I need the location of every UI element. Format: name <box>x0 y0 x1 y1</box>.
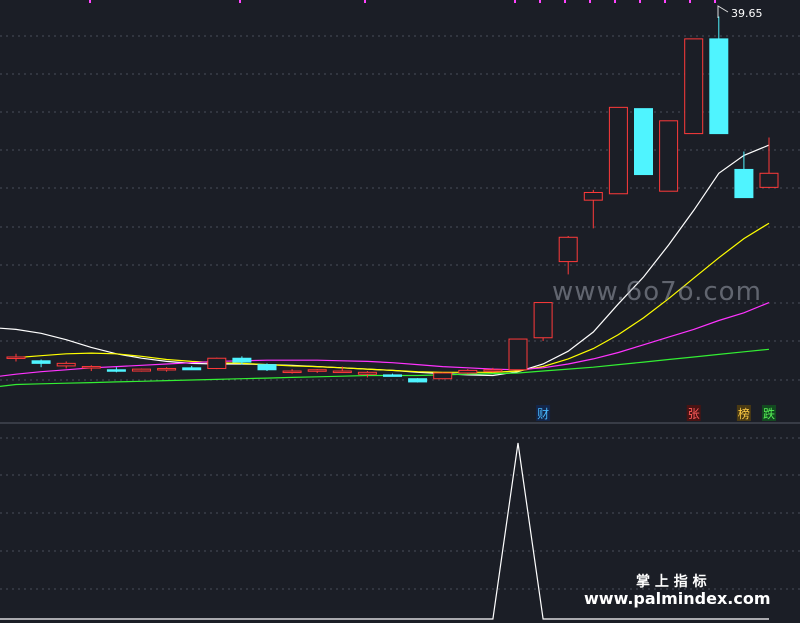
candle-body <box>157 367 177 371</box>
candle-body <box>307 369 327 372</box>
high-price-label: 39.65 <box>731 7 763 20</box>
candle <box>709 16 729 135</box>
top-dot <box>614 0 616 3</box>
candle-body <box>433 372 453 380</box>
candle-body <box>659 120 679 192</box>
candle <box>659 120 679 192</box>
candle <box>684 38 704 135</box>
candle-body <box>332 370 352 374</box>
signal-labels: 财 张 榜跌 <box>536 405 776 421</box>
candle <box>433 372 453 380</box>
signal-text: 榜 <box>738 406 750 421</box>
watermark-url: www.palmindex.com <box>584 589 771 608</box>
top-dot <box>714 0 716 3</box>
candle <box>257 363 277 372</box>
high-pointer-icon <box>717 5 729 18</box>
candle-body <box>232 357 252 363</box>
grid-lines <box>0 35 800 590</box>
candle-body <box>132 368 151 372</box>
candle-body <box>282 370 302 374</box>
top-dot <box>589 0 591 3</box>
ma-line-4 <box>0 348 770 387</box>
signal-label: 榜 <box>736 405 751 421</box>
candle-body <box>734 168 754 199</box>
top-dot <box>89 0 91 3</box>
signal-label: 张 <box>686 405 701 421</box>
candle <box>157 367 177 372</box>
signal-label: 财 <box>536 405 551 421</box>
candle-body <box>56 362 76 367</box>
top-dot <box>689 0 691 3</box>
candle <box>31 359 51 368</box>
candle-body <box>583 191 603 201</box>
candle-body <box>684 38 704 135</box>
candle <box>533 302 553 341</box>
candle-body <box>357 371 377 375</box>
candle-body <box>483 369 503 372</box>
top-dot <box>639 0 641 3</box>
candle <box>207 357 227 370</box>
candle-body <box>106 369 126 372</box>
candle-body <box>31 360 51 364</box>
candle-body <box>634 108 653 176</box>
candle <box>608 106 628 195</box>
stock-chart: 39.65 财 张 榜跌 www.6o7o.com 掌 上 指 标 www.palm… <box>0 0 800 620</box>
signal-text: 跌 <box>763 406 775 421</box>
watermark-center: www.6o7o.com <box>552 277 762 307</box>
top-dot <box>564 0 566 3</box>
top-dot <box>239 0 241 3</box>
candle <box>408 378 428 383</box>
candle-body <box>81 366 101 369</box>
candle-body <box>207 357 227 369</box>
candle <box>307 369 327 373</box>
candle <box>106 367 126 373</box>
candle-body <box>608 106 628 195</box>
candle-body <box>257 364 277 371</box>
candle-body <box>508 338 528 371</box>
candle-body <box>558 236 578 263</box>
candle <box>357 371 377 378</box>
signal-text: 张 <box>688 407 700 421</box>
top-dot <box>364 0 366 3</box>
candle <box>56 361 76 369</box>
candle-body <box>759 172 779 188</box>
moving-averages <box>0 144 770 387</box>
candle-body <box>533 302 553 339</box>
signal-text: 财 <box>537 407 549 421</box>
candle <box>282 369 302 374</box>
candle-body <box>383 374 402 377</box>
top-dots <box>89 0 716 3</box>
price-label-group: 39.65 <box>717 5 763 20</box>
candle <box>6 353 26 362</box>
top-dot <box>514 0 516 3</box>
watermark-title: 掌 上 指 标 <box>636 573 707 590</box>
top-dot <box>664 0 666 3</box>
candle-body <box>6 356 26 359</box>
candle-body <box>709 38 729 135</box>
candle <box>583 189 603 229</box>
candlesticks <box>6 16 779 383</box>
candle-body <box>458 369 478 374</box>
candle <box>759 137 779 188</box>
candle <box>182 365 202 371</box>
signal-label: 跌 <box>762 405 776 421</box>
candle <box>383 373 402 377</box>
candle <box>508 338 528 371</box>
candle <box>81 365 101 372</box>
candle <box>132 368 151 372</box>
ma-line-3 <box>0 302 770 377</box>
candle-body <box>408 378 428 383</box>
candle-body <box>182 367 202 371</box>
candle <box>734 151 754 199</box>
top-dot <box>539 0 541 3</box>
candle <box>558 236 578 275</box>
candle <box>634 108 653 176</box>
